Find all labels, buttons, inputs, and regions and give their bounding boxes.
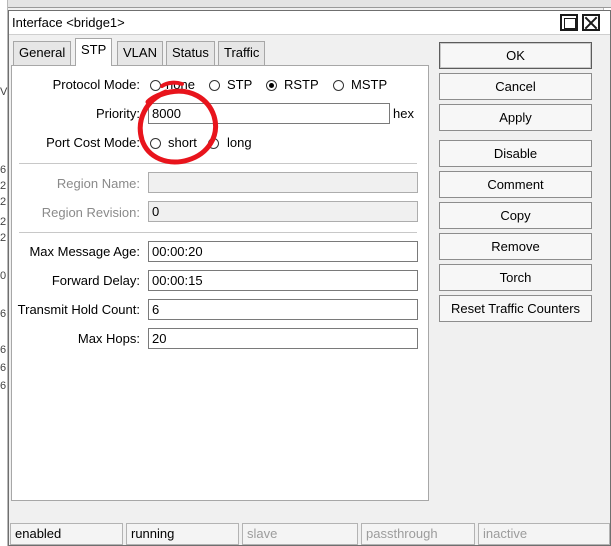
tab-general[interactable]: General (13, 41, 72, 65)
background-window-list: Vl 6 2 2 2 2 0 6 6 6 6 (0, 0, 8, 546)
background-list-mark: 6 (0, 164, 7, 176)
port-cost-mode-short-label: short (168, 135, 197, 150)
protocol-mode-stp-label: STP (227, 77, 253, 92)
background-list-mark: 6 (0, 362, 7, 374)
priority-unit: hex (393, 106, 414, 121)
protocol-mode-none-label: none (166, 77, 195, 92)
port-cost-mode-label: Port Cost Mode: (46, 135, 140, 150)
background-window-edge (8, 0, 611, 8)
background-list-mark: 2 (0, 196, 7, 208)
background-list-mark: Vl (0, 86, 8, 98)
priority-label: Priority: (95, 106, 140, 121)
comment-button[interactable]: Comment (439, 171, 592, 198)
transmit-hold-count-label: Transmit Hold Count: (17, 302, 140, 317)
priority-input[interactable]: 8000 (148, 103, 390, 124)
copy-button[interactable]: Copy (439, 202, 592, 229)
protocol-mode-rstp-radio[interactable] (266, 80, 277, 91)
max-message-age-label: Max Message Age: (29, 244, 140, 259)
status-enabled: enabled (10, 523, 123, 545)
background-list-mark: 6 (0, 308, 7, 320)
region-name-input[interactable] (148, 172, 418, 193)
max-hops-label: Max Hops: (77, 331, 140, 346)
port-cost-mode-short-radio[interactable] (150, 138, 161, 149)
status-running: running (126, 523, 239, 545)
reset-traffic-counters-button[interactable]: Reset Traffic Counters (439, 295, 592, 322)
forward-delay-input[interactable]: 00:00:15 (148, 270, 418, 291)
status-passthrough: passthrough (361, 523, 475, 545)
protocol-mode-label: Protocol Mode: (52, 77, 140, 92)
status-slave: slave (242, 523, 358, 545)
restore-icon[interactable] (560, 14, 578, 31)
remove-button[interactable]: Remove (439, 233, 592, 260)
port-cost-mode-long-radio[interactable] (208, 138, 219, 149)
protocol-mode-mstp-radio[interactable] (333, 80, 344, 91)
background-list-mark: 6 (0, 380, 7, 392)
background-list-mark: 6 (0, 344, 7, 356)
interface-dialog: Interface <bridge1> General STP VLAN Sta… (8, 10, 611, 546)
protocol-mode-none-radio[interactable] (150, 80, 161, 91)
status-inactive: inactive (478, 523, 610, 545)
protocol-mode-mstp-label: MSTP (351, 77, 388, 92)
torch-button[interactable]: Torch (439, 264, 592, 291)
tab-stp[interactable]: STP (75, 38, 113, 66)
window-title: Interface <bridge1> (12, 15, 125, 30)
transmit-hold-count-input[interactable]: 6 (148, 299, 418, 320)
section-divider (19, 163, 417, 164)
background-list-mark: 2 (0, 180, 7, 192)
background-list-mark: 2 (0, 216, 7, 228)
region-revision-label: Region Revision: (41, 205, 140, 220)
disable-button[interactable]: Disable (439, 140, 592, 167)
background-list-mark: 2 (0, 232, 7, 244)
max-hops-input[interactable]: 20 (148, 328, 418, 349)
apply-button[interactable]: Apply (439, 104, 592, 131)
region-revision-input[interactable]: 0 (148, 201, 418, 222)
background-list-mark: 0 (0, 270, 7, 282)
section-divider (19, 232, 417, 233)
cancel-button[interactable]: Cancel (439, 73, 592, 100)
port-cost-mode-long-label: long (227, 135, 252, 150)
tab-vlan[interactable]: VLAN (117, 41, 163, 65)
tab-status[interactable]: Status (166, 41, 215, 65)
forward-delay-label: Forward Delay: (51, 273, 140, 288)
region-name-label: Region Name: (56, 176, 140, 191)
protocol-mode-rstp-label: RSTP (284, 77, 319, 92)
close-icon[interactable] (582, 14, 600, 31)
tab-traffic[interactable]: Traffic (218, 41, 266, 65)
ok-button[interactable]: OK (439, 42, 592, 69)
protocol-mode-stp-radio[interactable] (209, 80, 220, 91)
max-message-age-input[interactable]: 00:00:20 (148, 241, 418, 262)
title-bar[interactable]: Interface <bridge1> (9, 11, 610, 35)
